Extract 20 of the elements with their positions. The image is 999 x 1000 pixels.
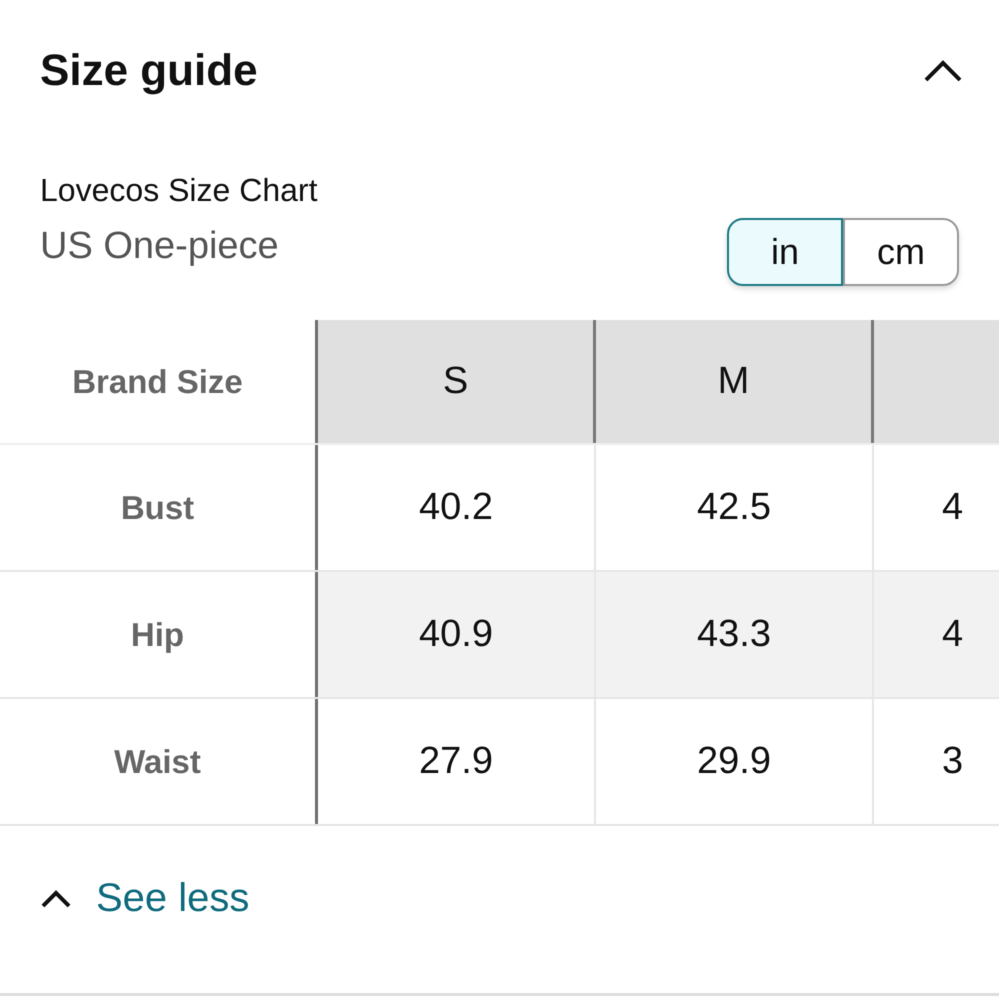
table-header: M	[596, 320, 874, 443]
section-title: Size guide	[40, 46, 258, 96]
table-cell-text: 3	[941, 739, 964, 784]
row-label: Hip	[0, 572, 318, 697]
chevron-icon[interactable]	[923, 59, 963, 83]
unit-toggle[interactable]: in	[727, 218, 843, 286]
table-cell-text: 4	[941, 612, 964, 657]
chart-name: Lovecos Size Chart	[40, 172, 318, 209]
table-cell: 43.3	[596, 572, 874, 697]
table-cell: 29.9	[596, 699, 874, 824]
table-cell: 40.2	[318, 445, 596, 570]
table-cell-text: 4	[941, 485, 964, 530]
table-cell: 42.5	[596, 445, 874, 570]
table-header: S	[318, 320, 596, 443]
see-less-link[interactable]: See less	[96, 876, 250, 921]
unit-toggle[interactable]: cm	[843, 218, 959, 286]
chart-subtitle: US One-piece	[40, 225, 280, 268]
table-cell: 27.9	[318, 699, 596, 824]
chevron-icon	[40, 888, 72, 908]
table-cell: 40.9	[318, 572, 596, 697]
